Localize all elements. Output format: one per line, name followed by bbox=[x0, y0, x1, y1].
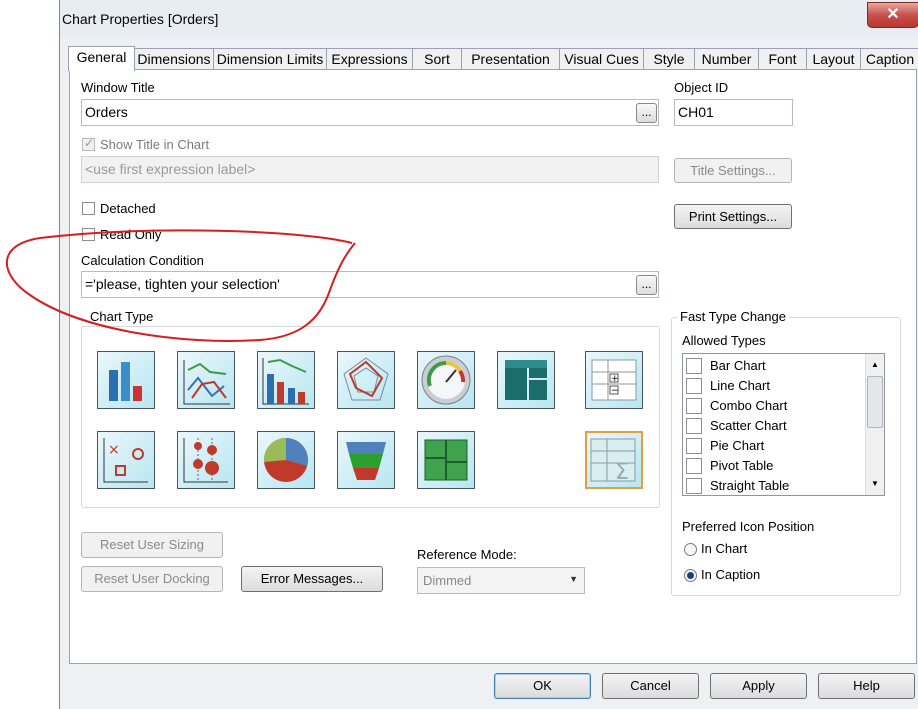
red-annotation-ellipse bbox=[5, 229, 356, 342]
tab-general[interactable]: General bbox=[68, 46, 135, 71]
